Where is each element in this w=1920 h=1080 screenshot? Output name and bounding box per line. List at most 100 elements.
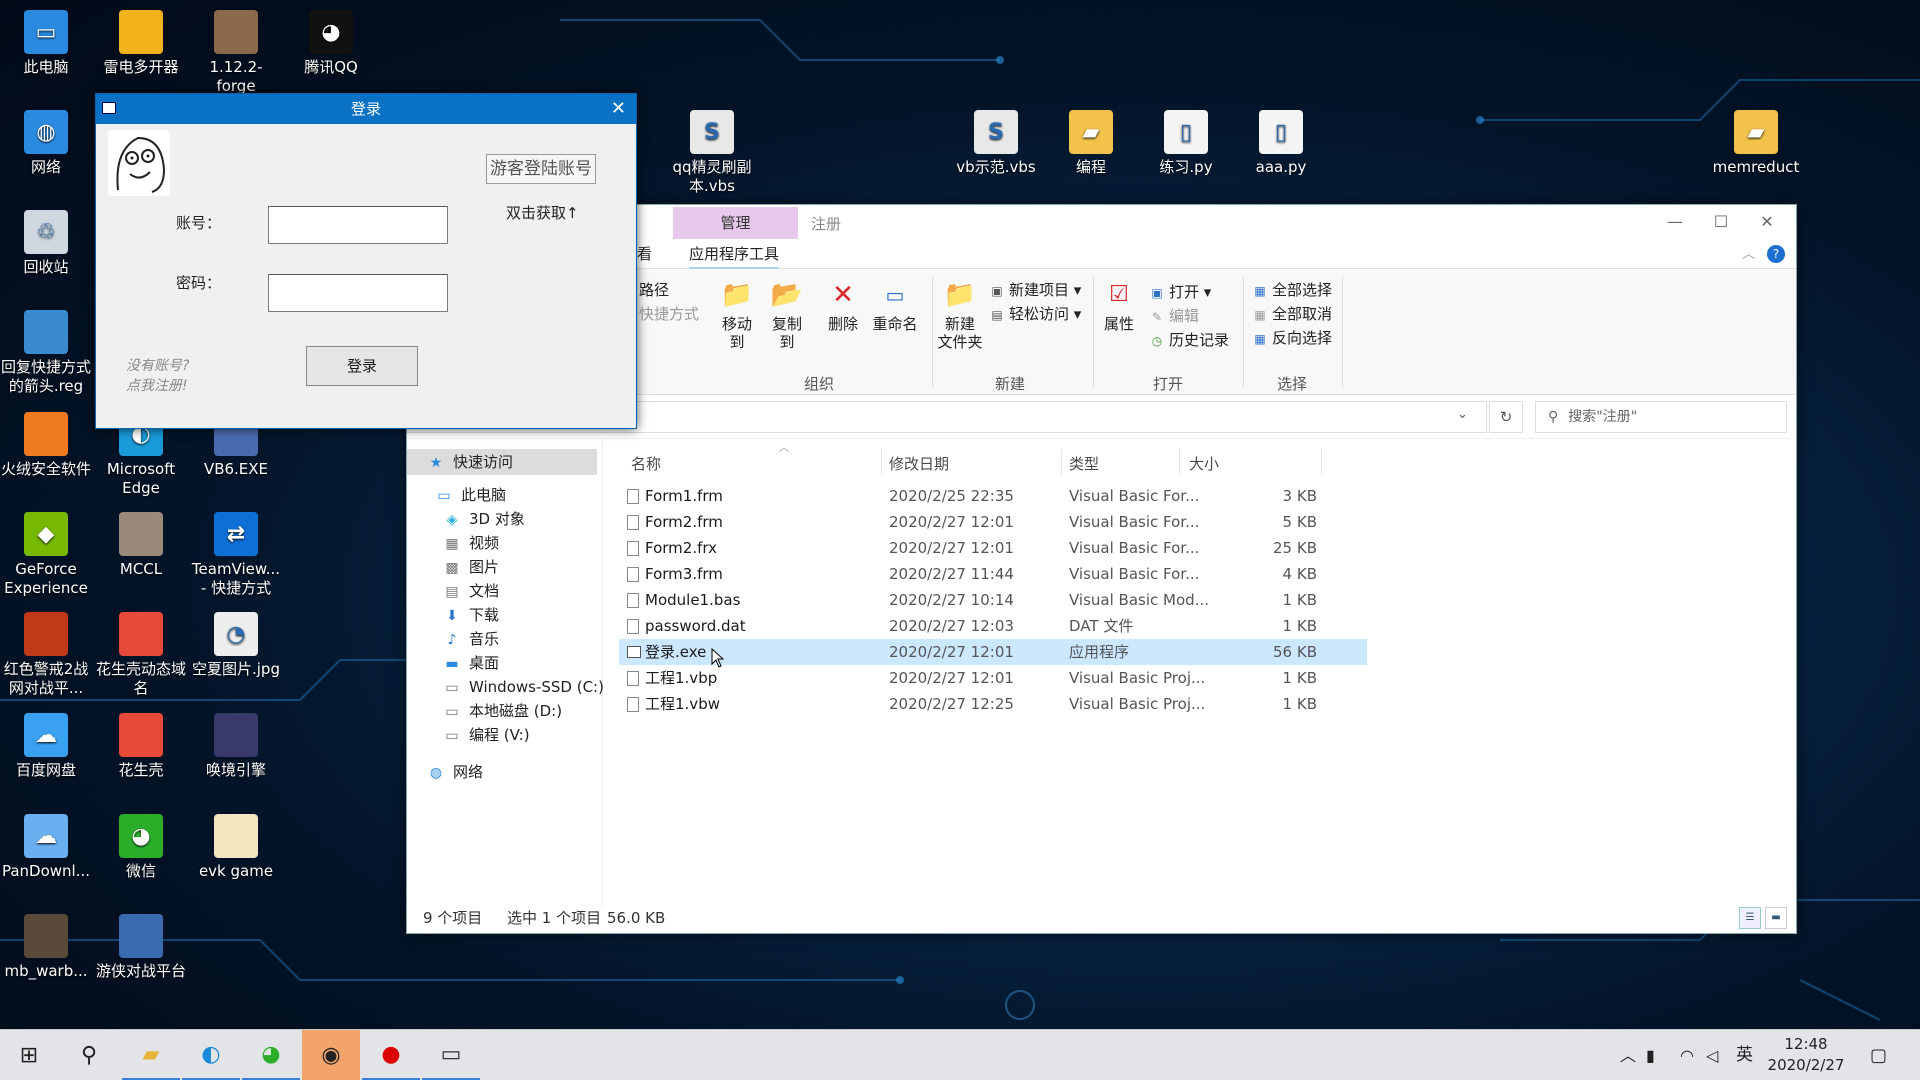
open-button[interactable]: ▣ 打开 ▾ [1149, 281, 1211, 302]
nav-item[interactable]: ▭ 编程 (V:) [407, 722, 529, 748]
window-icon[interactable]: ▭ [422, 1030, 480, 1080]
nav-item[interactable]: ◍ 网络 [407, 759, 483, 785]
new-folder-button[interactable]: 📁 新建 文件夹 [935, 279, 985, 351]
volume-icon[interactable]: ◁ [1706, 1030, 1718, 1080]
history-button[interactable]: ◷ 历史记录 [1149, 329, 1229, 350]
column-date[interactable]: 修改日期 [889, 453, 949, 474]
search-input[interactable]: ⚲ 搜索"注册" [1535, 401, 1787, 433]
table-row[interactable]: Form2.frx 2020/2/27 12:01 Visual Basic For… [619, 535, 1367, 561]
chevron-down-icon[interactable]: ⌄ [1457, 407, 1468, 422]
show-hidden-icons-icon[interactable]: ︿ [1620, 1030, 1636, 1080]
desktop-icon[interactable]: mb_warb... [0, 914, 92, 981]
desktop-icon[interactable]: Sqq精灵刷副本.vbs [666, 110, 758, 196]
battery-icon[interactable]: ▮ [1646, 1030, 1655, 1080]
properties-button[interactable]: ☑ 属性 [1101, 279, 1137, 334]
desktop-icon[interactable]: ▭ 此电脑 [0, 10, 92, 77]
start-icon[interactable]: ⊞ [0, 1030, 58, 1080]
desktop-icon[interactable]: 雷电多开器 [95, 10, 187, 77]
login-button[interactable]: 登录 [306, 346, 418, 386]
paste-shortcut-button[interactable]: 快捷方式 [639, 303, 699, 324]
desktop-icon[interactable]: ⇄ TeamView... - 快捷方式 [190, 512, 282, 598]
delete-button[interactable]: ✕ 删除 [825, 279, 861, 333]
tab-view[interactable]: 看 [637, 243, 652, 264]
nav-item[interactable]: ⬇ 下载 [407, 602, 499, 628]
rename-button[interactable]: ▭ 重命名 [871, 279, 919, 333]
desktop-icon[interactable]: 回复快捷方式的箭头.reg [0, 310, 92, 396]
copy-path-button[interactable]: 路径 [639, 279, 669, 300]
dialog-title-bar[interactable]: 登录 ✕ [96, 94, 636, 124]
close-icon[interactable]: ✕ [611, 94, 626, 124]
desktop-icon[interactable]: 花生壳动态域名 [95, 612, 187, 698]
desktop-icon[interactable]: ◕ 腾讯QQ [285, 10, 377, 77]
nav-item[interactable]: ▭ Windows-SSD (C:) [407, 674, 604, 700]
wechat-icon[interactable]: ◕ [242, 1030, 300, 1080]
edge-icon[interactable]: ◐ [182, 1030, 240, 1080]
desktop-icon[interactable]: ▯ aaa.py [1235, 110, 1327, 177]
refresh-icon[interactable]: ↻ [1489, 401, 1523, 433]
desktop-icon[interactable]: ◆ GeForce Experience [0, 512, 92, 598]
table-row[interactable]: Form1.frm 2020/2/25 22:35 Visual Basic For… [619, 483, 1367, 509]
move-to-button[interactable]: 📁 移动到 [715, 279, 759, 351]
desktop-icon[interactable]: ▰ memreduct [1710, 110, 1802, 177]
nav-item[interactable]: ♪ 音乐 [407, 626, 499, 652]
select-all-button[interactable]: ▦ 全部选择 [1252, 279, 1332, 300]
nav-item[interactable]: ▤ 文档 [407, 578, 499, 604]
close-button[interactable]: ✕ [1744, 209, 1790, 235]
desktop-icon[interactable]: evk game [190, 814, 282, 881]
nav-item[interactable]: ▬ 桌面 [407, 650, 499, 676]
invert-selection-button[interactable]: ▦ 反向选择 [1252, 327, 1332, 348]
column-size[interactable]: 大小 [1189, 453, 1219, 474]
ribbon-collapse-icon[interactable]: ︿ [1742, 243, 1755, 262]
help-icon[interactable]: ? [1767, 245, 1785, 263]
nav-item[interactable]: ▩ 图片 [407, 554, 499, 580]
tab-app-tools[interactable]: 应用程序工具 [689, 243, 780, 269]
desktop-icon[interactable]: ◔ 空夏图片.jpg [190, 612, 282, 679]
notification-icon[interactable]: ▢ [1870, 1030, 1887, 1080]
register-link[interactable]: 没有账号? 点我注册! [126, 356, 189, 396]
password-input[interactable] [268, 274, 448, 312]
table-row[interactable]: Module1.bas 2020/2/27 10:14 Visual Basic M… [619, 587, 1367, 613]
account-input[interactable] [268, 206, 448, 244]
details-view-icon[interactable]: ☰ [1739, 907, 1761, 929]
desktop-icon[interactable]: ◍ 网络 [0, 110, 92, 177]
tab-manage[interactable]: 管理 [673, 207, 798, 239]
table-row[interactable]: 登录.exe 2020/2/27 12:01 应用程序 56 KB [619, 639, 1367, 665]
large-icons-view-icon[interactable]: ▬ [1765, 907, 1787, 929]
desktop-icon[interactable]: ☁ 百度网盘 [0, 713, 92, 780]
guest-login-field[interactable]: 游客登陆账号 [486, 154, 596, 184]
nav-item[interactable]: ◈ 3D 对象 [407, 506, 525, 532]
nav-item[interactable]: ▭ 此电脑 [407, 482, 506, 508]
search-icon[interactable]: ⚲ [60, 1030, 118, 1080]
table-row[interactable]: Form3.frm 2020/2/27 11:44 Visual Basic For… [619, 561, 1367, 587]
desktop-icon[interactable]: ♲ 回收站 [0, 210, 92, 277]
select-none-button[interactable]: ▦ 全部取消 [1252, 303, 1332, 324]
table-row[interactable]: Form2.frm 2020/2/27 12:01 Visual Basic For… [619, 509, 1367, 535]
desktop-icon[interactable]: Svb示范.vbs [950, 110, 1042, 177]
nav-item[interactable]: ▭ 本地磁盘 (D:) [407, 698, 562, 724]
easy-access-button[interactable]: ▤ 轻松访问 ▾ [989, 303, 1081, 324]
wifi-icon[interactable]: ◠ [1680, 1030, 1694, 1080]
double-click-hint[interactable]: 双击获取↑ [506, 202, 579, 223]
table-row[interactable]: 工程1.vbw 2020/2/27 12:25 Visual Basic Proj.… [619, 691, 1367, 717]
desktop-icon[interactable]: ▯ 练习.py [1140, 110, 1232, 177]
table-row[interactable]: 工程1.vbp 2020/2/27 12:01 Visual Basic Proj.… [619, 665, 1367, 691]
desktop-icon[interactable]: 唤境引擎 [190, 713, 282, 780]
login-dialog[interactable]: 登录 ✕ 游客登陆账号 双击获取↑ 账号： 密码： 没有账号? 点我注册! 登录 [95, 93, 637, 429]
desktop-icon[interactable]: ☁ PanDownl... [0, 814, 92, 881]
desktop-icon[interactable]: 1.12.2-forge [190, 10, 282, 96]
minimize-button[interactable]: — [1652, 209, 1698, 235]
new-item-button[interactable]: ▣ 新建项目 ▾ [989, 279, 1081, 300]
edit-button[interactable]: ✎ 编辑 [1149, 305, 1199, 326]
clock[interactable]: 12:48 2020/2/27 [1760, 1034, 1852, 1076]
desktop-icon[interactable]: ◕ 微信 [95, 814, 187, 881]
table-row[interactable]: password.dat 2020/2/27 12:03 DAT 文件 1 KB [619, 613, 1367, 639]
desktop-icon[interactable]: MCCL [95, 512, 187, 579]
column-type[interactable]: 类型 [1069, 453, 1099, 474]
desktop-icon[interactable]: 花生壳 [95, 713, 187, 780]
file-explorer-icon[interactable]: ▰ [122, 1030, 180, 1080]
copy-to-button[interactable]: 📂 复制到 [765, 279, 809, 351]
nav-item[interactable]: ▦ 视频 [407, 530, 499, 556]
desktop-icon[interactable]: 红色警戒2战网对战平... [0, 612, 92, 698]
nav-item[interactable]: ★ 快速访问 [407, 449, 597, 475]
obs-icon[interactable]: ◉ [302, 1030, 360, 1080]
